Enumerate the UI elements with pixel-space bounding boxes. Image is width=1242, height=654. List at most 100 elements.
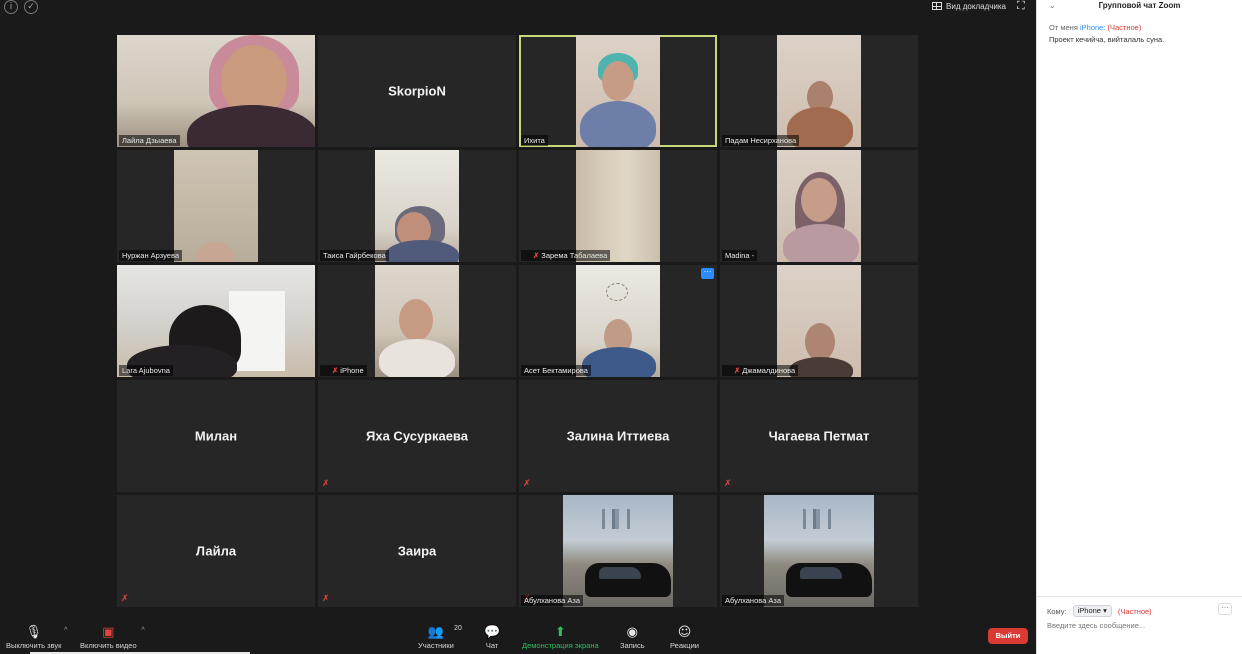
participant-tile[interactable]: Lara Ajubovna <box>117 265 315 377</box>
city-skyline <box>597 509 647 529</box>
participant-name: Ихита <box>521 135 548 146</box>
car <box>786 563 872 597</box>
fullscreen-icon[interactable]: ⛶ <box>1017 0 1028 12</box>
participant-name-text: iPhone <box>340 366 364 375</box>
participant-tile[interactable]: Таиса Гайрбекова <box>318 150 516 262</box>
chat-header: ⌄ Групповой чат Zoom <box>1037 0 1242 14</box>
recipient-value: iPhone <box>1077 606 1101 615</box>
participant-tile[interactable]: Яха Сусуркаева ✗ <box>318 380 516 492</box>
participant-tile[interactable]: Нуржан Арзуева <box>117 150 315 262</box>
participant-video <box>174 150 258 262</box>
video-subject <box>805 323 835 361</box>
video-subject <box>187 105 315 147</box>
participant-tile[interactable]: Залина Иттиева ✗ <box>519 380 717 492</box>
participant-video <box>375 265 459 377</box>
mic-muted-icon: ✗ <box>322 479 330 489</box>
participant-name: Madina - <box>722 250 758 261</box>
more-options-button[interactable]: ··· <box>701 268 714 279</box>
mic-muted-icon: ✗ <box>734 366 741 375</box>
mic-muted-icon: ✗ <box>533 251 540 260</box>
participant-tile[interactable]: Лайла ✗ <box>117 495 315 607</box>
message-recipient[interactable]: iPhone: <box>1080 23 1105 32</box>
view-switch-button[interactable]: Вид докладчика <box>932 0 1006 12</box>
participant-name: Лайла <box>195 543 237 559</box>
security-shield-icon[interactable]: ✓ <box>24 0 38 14</box>
participant-tile[interactable]: Падам Несирханова <box>720 35 918 147</box>
participant-name: Падам Несирханова <box>722 135 800 146</box>
participant-tile[interactable]: ✗ iPhone <box>318 265 516 377</box>
participant-tile[interactable]: ✗ Зарема Табалаева <box>519 150 717 262</box>
video-off-icon: ▣ <box>102 625 115 640</box>
message-text: Проект кечийча, вийталаль суна. <box>1049 35 1165 44</box>
participants-count: 20 <box>454 625 462 632</box>
start-video-button[interactable]: ▣ Включить видео ^ <box>80 625 145 650</box>
participant-tile[interactable]: Чагаева Петмат ✗ <box>720 380 918 492</box>
participant-tile[interactable]: Madina - <box>720 150 918 262</box>
chat-more-button[interactable]: ··· <box>1218 603 1232 615</box>
video-subject <box>385 240 459 262</box>
participant-tile[interactable]: Лайла Дзыаева <box>117 35 315 147</box>
chat-icon: 💬 <box>484 625 501 640</box>
participant-tile[interactable]: SkorpioN <box>318 35 516 147</box>
participant-name: ✗ iPhone <box>320 365 367 376</box>
video-subject <box>783 224 859 262</box>
chevron-up-icon[interactable]: ^ <box>141 627 144 634</box>
participant-name: SkorpioN <box>388 83 446 99</box>
participant-tile[interactable]: Абулханова Аза <box>720 495 918 607</box>
chevron-down-icon[interactable]: ⌄ <box>1049 0 1056 12</box>
recipient-row: Кому: iPhone ▾ (Частное) <box>1047 605 1152 617</box>
reactions-button[interactable]: ☺ Реакции <box>670 625 699 650</box>
message-prefix: От меня <box>1049 23 1078 32</box>
participant-tile[interactable]: ✗ Джамалдинова <box>720 265 918 377</box>
participants-label: Участники <box>418 641 454 650</box>
participant-name: Заира <box>397 543 437 559</box>
view-switch-label: Вид докладчика <box>946 1 1006 11</box>
car <box>585 563 671 597</box>
share-screen-button[interactable]: ⬆ Демонстрация экрана <box>522 625 599 650</box>
leave-button[interactable]: Выйти <box>988 628 1028 644</box>
participant-name-text: Зарема Табалаева <box>541 251 608 260</box>
record-icon: ◉ <box>626 625 638 640</box>
info-icon[interactable]: i <box>4 0 18 14</box>
participant-name: Абулханова Аза <box>722 595 785 606</box>
participant-tile[interactable]: ··· Асет Бектамирова <box>519 265 717 377</box>
participants-button[interactable]: 👥 20 Участники <box>418 625 462 650</box>
participant-name: Нуржан Арзуева <box>119 250 183 261</box>
participant-video <box>777 35 861 147</box>
mic-muted-icon: ✗ <box>724 479 732 489</box>
recipient-select[interactable]: iPhone ▾ <box>1072 605 1112 617</box>
participant-tile-active-speaker[interactable]: Ихита <box>519 35 717 147</box>
participant-tile[interactable]: Милан <box>117 380 315 492</box>
recipient-private-tag: (Частное) <box>1117 606 1152 616</box>
video-label: Включить видео <box>80 641 137 650</box>
mic-muted-icon: ✗ <box>121 594 129 604</box>
participant-video <box>375 150 459 262</box>
city-skyline <box>798 509 848 529</box>
participant-tile[interactable]: ✗ Абулханова Аза <box>519 495 717 607</box>
video-subject <box>789 357 853 377</box>
participant-video <box>576 265 660 377</box>
mic-muted-icon: ✗ <box>322 594 330 604</box>
video-subject <box>196 242 234 262</box>
share-label: Демонстрация экрана <box>522 641 599 650</box>
zoom-window: i ✓ Вид докладчика ⛶ Лайла Дзыаева Skorp… <box>0 0 1242 654</box>
record-button[interactable]: ◉ Запись <box>620 625 645 650</box>
speaker-view-icon <box>932 2 943 10</box>
video-subject <box>582 347 656 377</box>
participant-video <box>777 150 861 262</box>
participant-video <box>117 265 315 377</box>
chat-panel: ⌄ Групповой чат Zoom От меня iPhone: (Ча… <box>1036 0 1242 654</box>
participant-tile[interactable]: Заира ✗ <box>318 495 516 607</box>
chat-button[interactable]: 💬 Чат <box>484 625 500 650</box>
mute-label: Выключить звук <box>6 641 62 650</box>
chevron-up-icon[interactable]: ^ <box>64 627 67 634</box>
participants-icon: 👥 <box>427 625 445 640</box>
chat-message-input[interactable] <box>1047 621 1233 630</box>
participant-video <box>563 495 673 607</box>
mute-button[interactable]: 🎙 Выключить звук ^ <box>6 625 67 650</box>
chevron-down-icon: ▾ <box>1103 606 1107 615</box>
video-subject <box>399 299 433 341</box>
participant-name: Залина Иттиева <box>566 428 670 444</box>
chat-message: От меня iPhone: (Частное) Проект кечийча… <box>1049 22 1164 46</box>
participant-name: ✗ Зарема Табалаева <box>521 250 611 261</box>
